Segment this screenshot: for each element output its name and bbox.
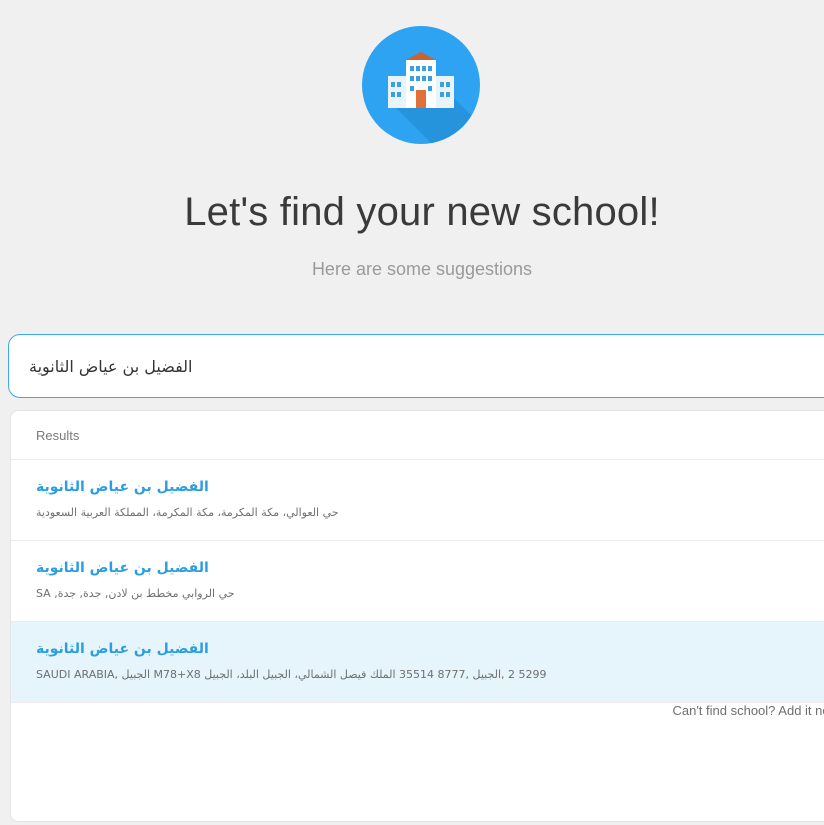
page-title: Let's find your new school! — [184, 190, 660, 234]
result-item[interactable]: الفضيل بن عياض الثانوية SA ,حي الروابي م… — [11, 541, 824, 622]
result-school-name: الفضيل بن عياض الثانوية — [36, 479, 209, 495]
result-school-name: الفضيل بن عياض الثانوية — [36, 641, 209, 657]
results-header: Results — [11, 411, 824, 460]
school-building-icon — [362, 26, 480, 144]
result-school-address: حي العوالي، مكة المكرمة، مكة المكرمة، ال… — [36, 506, 339, 519]
result-item-selected[interactable]: الفضيل بن عياض الثانوية 5299 2 ,الجبيل ,… — [11, 622, 824, 703]
school-search-box[interactable] — [8, 334, 824, 398]
result-school-address: 5299 2 ,الجبيل ,8777 35514 الملك فيصل ال… — [36, 668, 547, 681]
add-school-link[interactable]: Can't find school? Add it now — [672, 703, 824, 718]
result-item[interactable]: الفضيل بن عياض الثانوية حي العوالي، مكة … — [11, 460, 824, 541]
school-search-input[interactable] — [29, 335, 809, 397]
find-school-page: Let's find your new school! Here are som… — [0, 0, 824, 825]
results-panel: Results الفضيل بن عياض الثانوية حي العوا… — [10, 410, 824, 822]
page-subtitle: Here are some suggestions — [311, 259, 533, 279]
result-school-address: SA ,حي الروابي مخطط بن لادن, جدة, جدة — [36, 587, 235, 600]
result-school-name: الفضيل بن عياض الثانوية — [36, 560, 209, 576]
